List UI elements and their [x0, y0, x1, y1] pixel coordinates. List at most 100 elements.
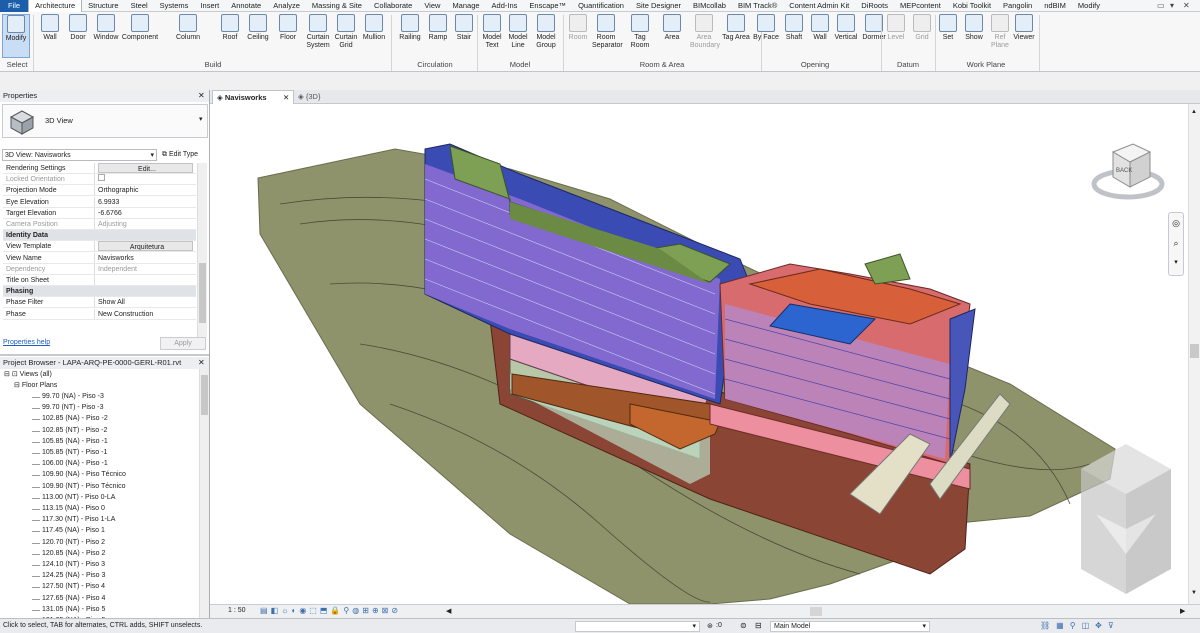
curtain-system-button[interactable]: Curtain System	[304, 14, 332, 50]
group-label-model[interactable]: Model	[478, 60, 562, 69]
list-item[interactable]: 102.85 (NT) - Piso -2	[42, 425, 107, 436]
close-icon[interactable]: ✕	[198, 358, 205, 367]
crop-view-icon[interactable]: ⬚	[309, 606, 320, 615]
room-separator-button[interactable]: Room Separator	[592, 14, 623, 50]
scroll-down-icon[interactable]: ▼	[1191, 590, 1197, 596]
lock-3d-icon[interactable]: 🔒	[330, 606, 343, 615]
viewer-button[interactable]: Viewer	[1010, 14, 1038, 42]
tag-area-button[interactable]: Tag Area	[722, 14, 750, 42]
tab-diroots[interactable]: DiRoots	[855, 0, 894, 12]
minimize-ribbon-icon[interactable]: ▭	[1157, 0, 1165, 12]
tab-massing-site[interactable]: Massing & Site	[306, 0, 368, 12]
property-row[interactable]: Target Elevation -6.6766	[3, 207, 196, 219]
tab-bimcollab[interactable]: BIMcollab	[687, 0, 732, 12]
tab-mepcontent[interactable]: MEPcontent	[894, 0, 947, 12]
list-item[interactable]: 127.50 (NT) - Piso 4	[42, 581, 105, 592]
area-button[interactable]: Area	[658, 14, 686, 42]
area-boundary-button[interactable]: Area Boundary	[690, 14, 720, 50]
wall-button[interactable]: Wall	[806, 14, 834, 42]
list-item[interactable]: 105.85 (NA) - Piso -1	[42, 436, 108, 447]
tab-content-admin-kit[interactable]: Content Admin Kit	[783, 0, 855, 12]
ramp-button[interactable]: Ramp	[424, 14, 452, 42]
stair-button[interactable]: Stair	[450, 14, 478, 42]
property-row[interactable]: Phase New Construction	[3, 308, 196, 320]
tab-collaborate[interactable]: Collaborate	[368, 0, 418, 12]
instance-filter-dropdown[interactable]: 3D View: Navisworks ▾	[2, 149, 157, 161]
list-item[interactable]: 102.85 (NA) - Piso -2	[42, 413, 108, 424]
chevron-down-icon[interactable]: ▾	[1169, 253, 1183, 273]
column-button[interactable]: Column	[168, 14, 208, 42]
tab-modify[interactable]: Modify	[1072, 0, 1106, 12]
room-button[interactable]: Room	[564, 14, 592, 42]
temporary-hide-icon[interactable]: ⚲	[343, 606, 352, 615]
filter-icon[interactable]: ⊽	[1108, 621, 1120, 630]
editable-only-icon[interactable]: ⊛	[707, 622, 713, 630]
property-row[interactable]: Locked Orientation	[3, 174, 196, 186]
view-scale[interactable]: 1 : 50	[228, 607, 246, 614]
h-scroll-thumb[interactable]	[810, 607, 822, 616]
tab-site-designer[interactable]: Site Designer	[630, 0, 687, 12]
modify-button[interactable]: Modify	[2, 14, 30, 58]
vertical-scrollbar[interactable]: ▲ ▼	[1188, 104, 1200, 604]
list-item[interactable]: 124.25 (NA) - Piso 3	[42, 570, 105, 581]
workset-dropdown[interactable]: ▾	[575, 621, 700, 632]
property-row[interactable]: Eye Elevation 6.9933	[3, 196, 196, 208]
list-item[interactable]: 131.05 (NA) - Piso 5	[42, 604, 105, 615]
select-pinned-icon[interactable]: ⚲	[1070, 621, 1082, 630]
tab-architecture[interactable]: Architecture	[28, 0, 83, 12]
apply-button[interactable]: Apply	[160, 337, 206, 350]
tab-analyze[interactable]: Analyze	[267, 0, 306, 12]
list-item[interactable]: 109.90 (NA) - Piso Técnico	[42, 469, 126, 480]
wall-button[interactable]: Wall	[36, 14, 64, 42]
group-label-datum[interactable]: Datum	[882, 60, 934, 69]
tab-3d[interactable]: ◈ {3D}	[298, 90, 320, 104]
select-links-icon[interactable]: ⛓	[1040, 621, 1056, 630]
group-label-circulation[interactable]: Circulation	[394, 60, 476, 69]
tab-structure[interactable]: Structure	[82, 0, 124, 12]
tab-enscape[interactable]: Enscape™	[523, 0, 572, 12]
properties-help-link[interactable]: Properties help	[3, 339, 50, 346]
close-icon[interactable]: ✕	[283, 91, 289, 104]
tab-pangolin[interactable]: Pangolin	[997, 0, 1038, 12]
detail-level-icon[interactable]: ▤	[260, 606, 271, 615]
property-row[interactable]: Rendering Settings Edit...	[3, 163, 196, 174]
select-underlay-icon[interactable]: ▦	[1056, 621, 1070, 630]
view-cube[interactable]: BACK	[1088, 132, 1168, 212]
model-group-button[interactable]: Model Group	[532, 14, 560, 50]
selection-toggles[interactable]: ⛓▦⚲◫✥⊽	[1040, 621, 1120, 630]
list-item[interactable]: 99.70 (NT) - Piso -3	[42, 402, 103, 413]
browser-scrollbar[interactable]	[199, 369, 209, 620]
tab-systems[interactable]: Systems	[154, 0, 195, 12]
tab-quantification[interactable]: Quantification	[572, 0, 630, 12]
highlight-icon[interactable]: ⊕	[372, 606, 382, 615]
collapse-icon[interactable]: ⊟	[4, 371, 10, 378]
type-selector[interactable]: 3D View ▾	[2, 104, 208, 138]
tab-ndbim[interactable]: ndBIM	[1038, 0, 1072, 12]
chevron-right-icon[interactable]: ▶	[1180, 607, 1185, 615]
list-item[interactable]: 124.10 (NT) - Piso 3	[42, 559, 105, 570]
property-row[interactable]: Camera Position Adjusting	[3, 219, 196, 230]
view-control-icons[interactable]: ▤◧☼◐◉⬚⬒🔒⚲◍⊞⊕⊠⊘	[260, 606, 401, 615]
property-group-header[interactable]: Identity Data	[3, 230, 196, 242]
list-item[interactable]: 113.00 (NT) - Piso 0-LA	[42, 492, 115, 503]
property-row[interactable]: Phase Filter Show All	[3, 297, 196, 309]
tab-navisworks[interactable]: ◈ Navisworks ✕	[212, 90, 294, 104]
tab-bim-track[interactable]: BIM Track®	[732, 0, 783, 12]
tree-folder-floor-plans[interactable]: ⊟ Floor Plans	[14, 380, 57, 391]
design-options-icon[interactable]: ⊜	[740, 621, 747, 630]
level-button[interactable]: Level	[882, 14, 910, 42]
group-label-workplane[interactable]: Work Plane	[934, 60, 1038, 69]
list-item[interactable]: 109.90 (NT) - Piso Técnico	[42, 481, 126, 492]
grid-button[interactable]: Grid	[908, 14, 936, 42]
tag-room-button[interactable]: Tag Room	[626, 14, 654, 50]
group-label-select[interactable]: Select	[2, 60, 32, 69]
rendering-icon[interactable]: ◉	[299, 606, 309, 615]
exclude-options-icon[interactable]: ⊟	[755, 621, 762, 630]
steering-wheel-icon[interactable]: ◎	[1169, 213, 1183, 233]
window-button[interactable]: Window	[92, 14, 120, 42]
property-row[interactable]: Title on Sheet	[3, 275, 196, 286]
edit-type-button[interactable]: ⧉ Edit Type	[162, 149, 198, 161]
model-text-button[interactable]: Model Text	[478, 14, 506, 50]
mullion-button[interactable]: Mullion	[360, 14, 388, 42]
list-item[interactable]: 120.85 (NA) - Piso 2	[42, 548, 105, 559]
